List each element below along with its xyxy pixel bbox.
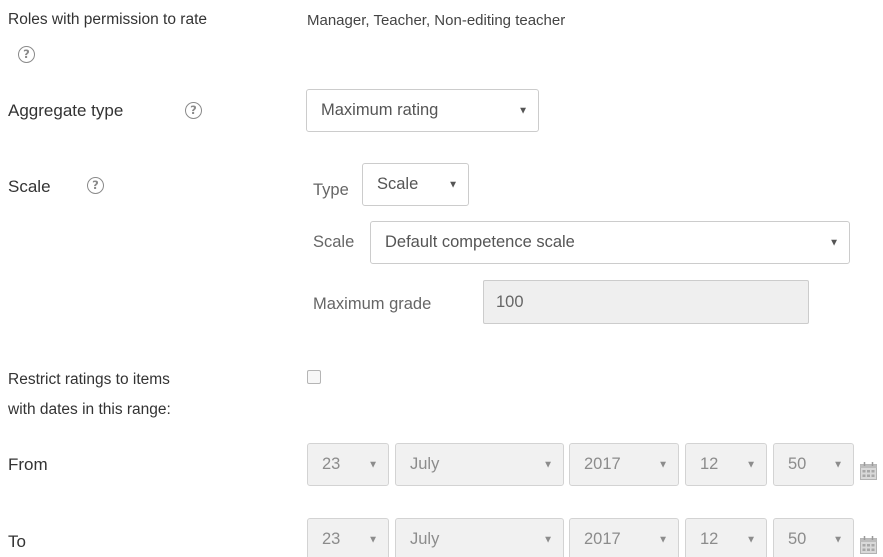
chevron-down-icon: ▼ [833,534,843,545]
max-grade-input[interactable]: 100 [483,280,809,324]
chevron-down-icon: ▼ [746,459,756,470]
to-year-select[interactable]: 2017 ▼ [569,518,679,557]
from-year-value: 2017 [584,455,621,473]
help-icon[interactable]: ? [87,177,104,194]
scale-type-select[interactable]: Scale ▼ [362,163,469,206]
restrict-label-line1: Restrict ratings to items [8,371,170,388]
scale-type-label: Type [313,181,349,199]
max-grade-value: 100 [496,292,524,311]
from-minute-select[interactable]: 50 ▼ [773,443,854,486]
help-icon[interactable]: ? [185,102,202,119]
chevron-down-icon: ▼ [368,459,378,470]
from-month-value: July [410,455,440,473]
aggregate-type-label: Aggregate type [8,101,124,120]
chevron-down-icon: ▼ [368,534,378,545]
from-label: From [8,455,48,474]
chevron-down-icon: ▼ [518,105,528,116]
chevron-down-icon: ▼ [658,534,668,545]
restrict-checkbox[interactable] [307,370,321,384]
scale-label: Scale [8,177,51,196]
scale-select[interactable]: Default competence scale ▼ [370,221,850,264]
from-minute-value: 50 [788,455,807,473]
aggregate-type-select[interactable]: Maximum rating ▼ [306,89,539,132]
chevron-down-icon: ▼ [543,534,553,545]
from-day-value: 23 [322,455,341,473]
from-hour-value: 12 [700,455,719,473]
from-month-select[interactable]: July ▼ [395,443,564,486]
max-grade-label: Maximum grade [313,295,432,313]
to-month-select[interactable]: July ▼ [395,518,564,557]
to-hour-select[interactable]: 12 ▼ [685,518,767,557]
scale-value: Default competence scale [385,233,575,251]
calendar-icon[interactable] [860,462,877,480]
to-year-value: 2017 [584,530,621,548]
aggregate-type-value: Maximum rating [321,101,439,119]
to-hour-value: 12 [700,530,719,548]
to-minute-select[interactable]: 50 ▼ [773,518,854,557]
scale-scale-label: Scale [313,233,355,251]
scale-type-value: Scale [377,175,419,193]
from-hour-select[interactable]: 12 ▼ [685,443,767,486]
to-day-value: 23 [322,530,341,548]
chevron-down-icon: ▼ [746,534,756,545]
chevron-down-icon: ▼ [543,459,553,470]
rating-roles-value: Manager, Teacher, Non-editing teacher [307,12,566,29]
to-month-value: July [410,530,440,548]
chevron-down-icon: ▼ [448,179,458,190]
from-year-select[interactable]: 2017 ▼ [569,443,679,486]
calendar-icon[interactable] [860,536,877,554]
to-label: To [8,532,26,551]
help-icon[interactable]: ? [18,46,35,63]
chevron-down-icon: ▼ [833,459,843,470]
chevron-down-icon: ▼ [658,459,668,470]
chevron-down-icon: ▼ [829,237,839,248]
from-day-select[interactable]: 23 ▼ [307,443,389,486]
to-day-select[interactable]: 23 ▼ [307,518,389,557]
to-minute-value: 50 [788,530,807,548]
restrict-label-line2: with dates in this range: [8,401,171,418]
rating-roles-label: Roles with permission to rate [8,11,207,28]
